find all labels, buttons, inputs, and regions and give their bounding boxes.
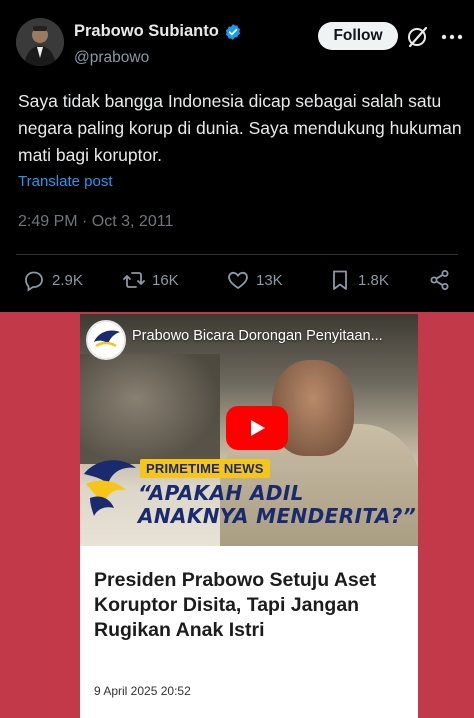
like-count: 13K xyxy=(256,271,283,289)
play-icon xyxy=(251,420,265,436)
share-icon xyxy=(430,270,449,290)
avatar[interactable] xyxy=(16,18,64,66)
bookmark-count: 1.8K xyxy=(358,271,389,289)
grok-icon[interactable] xyxy=(406,26,430,48)
primetime-news-badge: PRIMETIME NEWS xyxy=(140,459,270,478)
verified-badge-icon xyxy=(224,23,242,41)
article-date: 9 April 2025 20:52 xyxy=(94,684,191,698)
article-section: Prabowo Bicara Dorongan Penyitaan... PRI… xyxy=(0,312,474,718)
translate-post-link[interactable]: Translate post xyxy=(18,173,113,190)
article-title[interactable]: Presiden Prabowo Setuju Aset Koruptor Di… xyxy=(94,568,412,643)
author-handle[interactable]: @prabowo xyxy=(74,49,242,67)
reply-count: 2.9K xyxy=(52,271,83,289)
reply-button[interactable]: 2.9K xyxy=(22,268,83,292)
share-button[interactable] xyxy=(428,268,452,292)
video-title[interactable]: Prabowo Bicara Dorongan Penyitaan... xyxy=(132,328,412,344)
video-headline: “APAKAH ADIL ANAKNYA MENDERITA?” xyxy=(138,482,416,528)
tweet: Prabowo Subianto @prabowo Follow Saya ti… xyxy=(0,0,474,312)
video-thumbnail[interactable]: Prabowo Bicara Dorongan Penyitaan... PRI… xyxy=(80,314,418,546)
video-background xyxy=(80,354,220,464)
tweet-actions: 2.9K 16K 13K 1.8K xyxy=(0,268,474,298)
bookmark-icon xyxy=(333,270,347,290)
repost-button[interactable]: 16K xyxy=(122,268,179,292)
like-button[interactable]: 13K xyxy=(226,268,283,292)
video-headline-line1: “APAKAH ADIL xyxy=(138,481,304,505)
tweet-text: Saya tidak bangga Indonesia dicap sebaga… xyxy=(18,91,462,165)
divider xyxy=(16,254,458,255)
article-card[interactable]: Prabowo Bicara Dorongan Penyitaan... PRI… xyxy=(80,314,418,718)
author-name-row: Prabowo Subianto xyxy=(74,22,242,41)
repost-count: 16K xyxy=(152,271,179,289)
play-button[interactable] xyxy=(226,406,288,450)
tweet-timestamp[interactable]: 2:49 PM · Oct 3, 2011 xyxy=(18,213,173,231)
bookmark-button[interactable]: 1.8K xyxy=(328,268,389,292)
repost-icon xyxy=(123,272,145,288)
eagle-logo-icon xyxy=(82,454,138,520)
heart-icon xyxy=(228,271,248,289)
author-name[interactable]: Prabowo Subianto xyxy=(74,22,219,41)
author-block: Prabowo Subianto @prabowo xyxy=(74,22,242,67)
channel-logo[interactable] xyxy=(86,320,126,360)
reply-icon xyxy=(25,271,43,292)
follow-button[interactable]: Follow xyxy=(318,22,398,50)
video-headline-line2: ANAKNYA MENDERITA?” xyxy=(138,504,417,528)
more-options-icon[interactable] xyxy=(440,28,464,46)
